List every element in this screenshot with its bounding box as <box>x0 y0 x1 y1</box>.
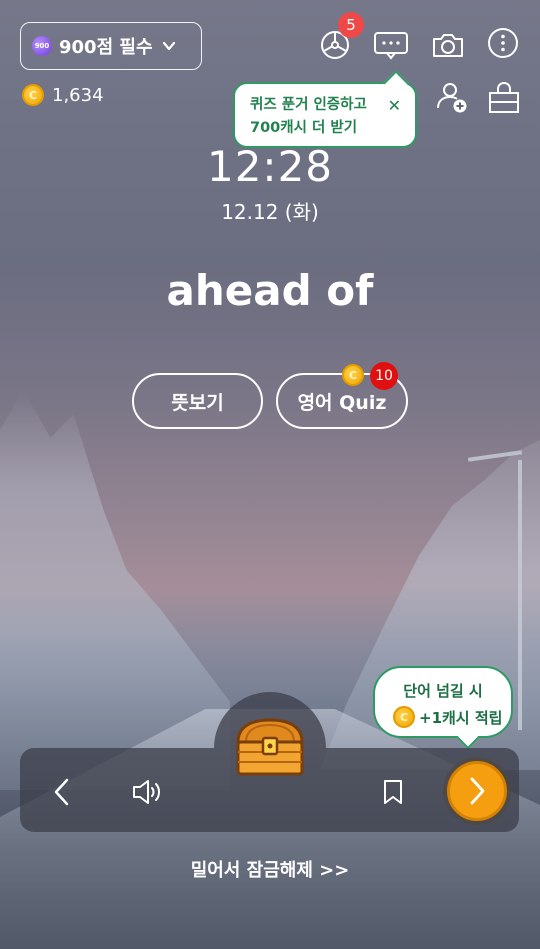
coin-icon: C <box>393 706 415 728</box>
coin-balance: C 1,634 <box>22 84 104 106</box>
clock-date: 12.12 (화) <box>221 200 319 224</box>
shopping-bag-icon <box>489 81 519 113</box>
next-word-button[interactable] <box>447 761 507 821</box>
reward-line-1: 단어 넘길 시 <box>403 682 483 700</box>
notification-badge: 5 <box>338 12 364 38</box>
background-street-lamp <box>518 460 522 730</box>
bookmark-icon <box>384 780 402 804</box>
chevron-down-icon <box>162 41 175 51</box>
bookmark-button[interactable] <box>376 772 410 812</box>
coin-icon: C <box>22 84 44 106</box>
show-meaning-button[interactable]: 뜻보기 <box>132 373 263 429</box>
level-label: 900점 필수 <box>59 37 153 58</box>
messages-button[interactable] <box>372 28 410 62</box>
add-friend-button[interactable] <box>434 80 470 114</box>
camera-button[interactable] <box>430 28 466 62</box>
reward-amount-text: +1캐시 적립 <box>419 708 503 727</box>
clock-time: 12:28 <box>206 142 334 191</box>
quiz-count-badge: 10 <box>370 362 398 390</box>
shop-button[interactable] <box>486 80 522 114</box>
speaker-icon <box>133 780 160 804</box>
chevron-left-icon <box>54 778 69 806</box>
level-select-dropdown[interactable]: 900 900점 필수 <box>20 22 202 70</box>
cash-promo-line-2: 700캐시 더 받기 <box>250 120 358 136</box>
close-icon[interactable]: ✕ <box>388 94 401 117</box>
chat-icon <box>374 32 408 60</box>
add-user-icon <box>437 83 467 113</box>
chevron-right-icon <box>470 777 485 805</box>
reward-tooltip: 단어 넘길 시 C +1캐시 적립 <box>373 666 513 738</box>
camera-icon <box>433 34 463 57</box>
level-badge-icon: 900 <box>32 36 52 56</box>
pronunciation-button[interactable] <box>128 772 166 812</box>
cash-promo-tooltip[interactable]: 퀴즈 푼거 인증하고 700캐시 더 받기 ✕ <box>233 82 417 148</box>
more-options-button[interactable] <box>486 26 520 60</box>
reward-line-2: C +1캐시 적립 <box>393 706 502 728</box>
coin-balance-amount: 1,634 <box>52 84 104 106</box>
more-vertical-icon <box>488 28 518 58</box>
previous-word-button[interactable] <box>44 772 80 812</box>
quiz-coin-icon: C <box>342 364 364 386</box>
vocabulary-word: ahead of <box>166 266 374 315</box>
treasure-chest-icon[interactable] <box>232 716 308 778</box>
slide-to-unlock[interactable]: 밀어서 잠금해제 >> <box>0 856 540 882</box>
